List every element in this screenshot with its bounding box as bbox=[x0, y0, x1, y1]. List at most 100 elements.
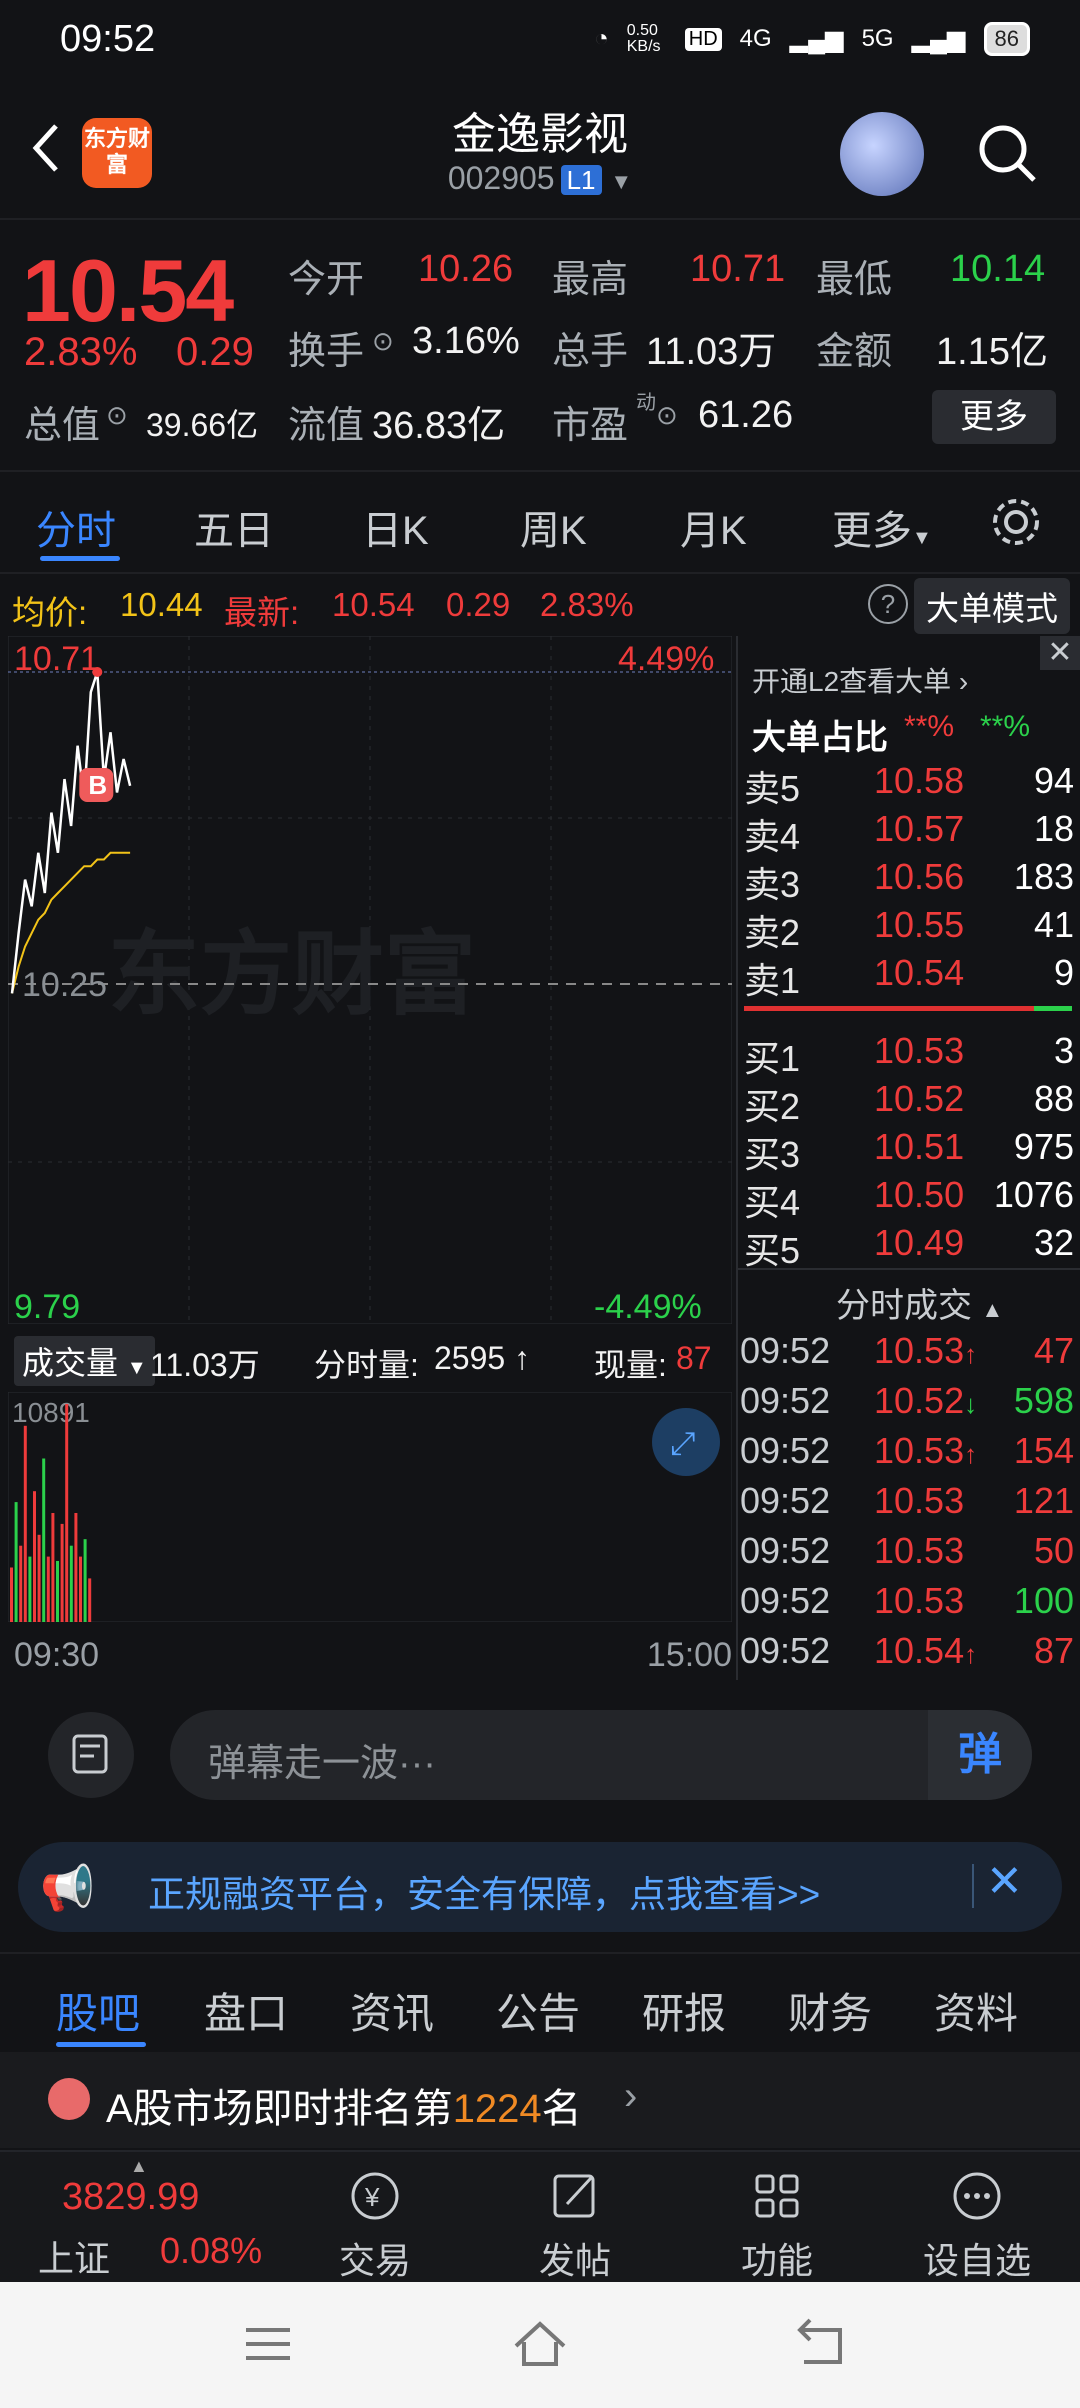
volume-bar bbox=[69, 1545, 73, 1622]
network-4g-label: 4G bbox=[739, 25, 772, 52]
volume-bar bbox=[56, 1560, 59, 1622]
level-badge: L1 bbox=[560, 165, 602, 195]
bid-row[interactable]: 买3 10.51 975 bbox=[744, 1126, 1074, 1175]
l2-link[interactable]: 开通L2查看大单 › bbox=[752, 660, 968, 700]
nav-functions[interactable]: 功能 bbox=[712, 2166, 842, 2284]
volume-bar bbox=[60, 1523, 64, 1622]
bid-row[interactable]: 买1 10.53 3 bbox=[744, 1030, 1074, 1079]
yuan-icon: ¥ bbox=[351, 2172, 399, 2220]
danmaku-bar: 弹幕走一波··· 弹 bbox=[0, 1690, 1080, 1820]
volume-max-label: 10891 bbox=[12, 1397, 90, 1428]
pe-dynamic-mark: 动 bbox=[636, 392, 656, 414]
info-icon[interactable]: ⊙ bbox=[106, 400, 128, 431]
nav-post[interactable]: 发帖 bbox=[510, 2166, 640, 2284]
search-icon[interactable] bbox=[976, 122, 1038, 184]
intraday-chart[interactable]: 东方财富 10.71 4.49% 10.25 9.79 -4.49% B bbox=[7, 635, 733, 1326]
open-value: 10.26 bbox=[418, 248, 514, 290]
divider bbox=[736, 636, 738, 1680]
bid-row[interactable]: 买4 10.50 1076 bbox=[744, 1174, 1074, 1223]
chevron-right-icon: › bbox=[624, 2074, 638, 2118]
tab-five-day[interactable]: 五日 bbox=[194, 498, 274, 556]
index-name[interactable]: 上证 bbox=[38, 2230, 110, 2282]
signal-icon-2: ▂▄▆ bbox=[911, 25, 966, 53]
big-order-mode-button[interactable]: 大单模式 bbox=[914, 578, 1070, 634]
more-button[interactable]: 更多 bbox=[932, 390, 1056, 444]
change-abs: 0.29 bbox=[176, 330, 254, 374]
tab-monthly-k[interactable]: 月K bbox=[680, 498, 747, 556]
tab-profile[interactable]: 资料 bbox=[934, 1980, 1018, 2041]
mcap-value: 39.66亿 bbox=[146, 407, 259, 443]
chart-info-bar: 均价: 10.44 最新: 10.54 0.29 2.83% ? 大单模式 bbox=[0, 578, 1080, 634]
amount-label: 金额 bbox=[816, 331, 893, 373]
tab-daily-k[interactable]: 日K bbox=[362, 498, 429, 556]
tab-news[interactable]: 资讯 bbox=[350, 1980, 434, 2041]
status-icons: ◔ 0.50 KB/s HD 4G ▂▄▆ 5G ▂▄▆ 86 bbox=[594, 22, 1030, 56]
close-icon[interactable]: ✕ bbox=[986, 1856, 1023, 1907]
danmaku-toggle-button[interactable]: 弹 bbox=[928, 1710, 1032, 1800]
help-icon[interactable]: ? bbox=[868, 584, 908, 624]
menu-icon[interactable] bbox=[240, 2322, 296, 2368]
volume-header: 成交量 ▼ 11.03万 分时量: 2595 ↑ 现量: 87 bbox=[0, 1330, 734, 1386]
info-icon[interactable]: ⊙ bbox=[656, 400, 678, 431]
settings-gear-icon[interactable] bbox=[988, 494, 1044, 550]
index-pct[interactable]: 0.08% bbox=[160, 2230, 262, 2272]
ad-text[interactable]: 正规融资平台，安全有保障，点我查看>> bbox=[148, 1864, 820, 1918]
big-ratio-label: 大单占比 bbox=[752, 719, 888, 757]
nav-trade[interactable]: ¥ 交易 bbox=[310, 2166, 440, 2284]
signal-icon: ▂▄▆ bbox=[789, 25, 844, 53]
ask-row[interactable]: 卖2 10.55 41 bbox=[744, 904, 1074, 953]
tab-weekly-k[interactable]: 周K bbox=[520, 498, 587, 556]
tab-intraday[interactable]: 分时 bbox=[36, 498, 116, 556]
active-tab-indicator bbox=[40, 556, 120, 561]
grid-icon bbox=[755, 2174, 799, 2218]
status-bar: 09:52 ◔ 0.50 KB/s HD 4G ▂▄▆ 5G ▂▄▆ 86 bbox=[0, 0, 1080, 80]
tab-orderbook[interactable]: 盘口 bbox=[204, 1980, 288, 2041]
volume-value: 11.03万 bbox=[646, 331, 777, 373]
pct-max-label: 4.49% bbox=[618, 640, 714, 678]
close-icon[interactable]: ✕ bbox=[1040, 636, 1080, 670]
stock-code: 002905 bbox=[447, 160, 555, 196]
comment-list-icon[interactable] bbox=[48, 1712, 134, 1798]
edit-icon bbox=[553, 2174, 595, 2218]
price-max-label: 10.71 bbox=[14, 640, 99, 678]
divider bbox=[972, 1864, 974, 1908]
ask-row[interactable]: 卖5 10.58 94 bbox=[744, 760, 1074, 809]
danmaku-input[interactable]: 弹幕走一波··· 弹 bbox=[170, 1710, 1032, 1800]
tab-forum[interactable]: 股吧 bbox=[56, 1980, 140, 2041]
tab-financials[interactable]: 财务 bbox=[788, 1980, 872, 2041]
rank-banner[interactable]: A股市场即时排名第1224名 › bbox=[0, 2052, 1080, 2148]
volume-indicator-select[interactable]: 成交量 ▼ bbox=[14, 1336, 155, 1386]
assistant-avatar-icon[interactable] bbox=[840, 112, 924, 196]
volume-bar bbox=[46, 1556, 50, 1622]
now-volume-label: 现量: bbox=[594, 1347, 667, 1383]
back-nav-icon[interactable] bbox=[790, 2318, 850, 2370]
avg-label: 均价: bbox=[12, 594, 88, 631]
ticks-header[interactable]: 分时成交 ▲ bbox=[836, 1278, 1003, 1327]
info-icon[interactable]: ⊙ bbox=[372, 326, 394, 357]
ask-row[interactable]: 卖3 10.56 183 bbox=[744, 856, 1074, 905]
tab-announcements[interactable]: 公告 bbox=[496, 1980, 580, 2041]
order-book-panel: 开通L2查看大单 › ✕ 大单占比 **% **% 卖5 10.58 94 卖4 10… bbox=[736, 636, 1080, 1680]
tab-more[interactable]: 更多▼ bbox=[832, 498, 932, 556]
mcap-label: 总值 bbox=[24, 405, 101, 447]
ask-row[interactable]: 卖1 10.54 9 bbox=[744, 952, 1074, 1001]
clock: 09:52 bbox=[60, 18, 156, 60]
nav-add-watchlist[interactable]: 设自选 bbox=[912, 2166, 1042, 2284]
intraday-chart-svg: 东方财富 10.71 4.49% 10.25 9.79 -4.49% B bbox=[7, 635, 733, 1326]
ask-row[interactable]: 卖4 10.57 18 bbox=[744, 808, 1074, 857]
volume-bar bbox=[65, 1404, 69, 1622]
latest-label: 最新: bbox=[224, 594, 300, 631]
volume-total: 11.03万 bbox=[150, 1347, 260, 1383]
latest-pct: 2.83% bbox=[540, 586, 634, 623]
tab-research[interactable]: 研报 bbox=[642, 1980, 726, 2041]
bid-row[interactable]: 买2 10.52 88 bbox=[744, 1078, 1074, 1127]
home-icon[interactable] bbox=[510, 2316, 570, 2372]
low-value: 10.14 bbox=[950, 248, 1046, 290]
divider bbox=[736, 1268, 1080, 1270]
index-value[interactable]: 3829.99 bbox=[62, 2176, 199, 2219]
float-label: 流值 bbox=[288, 405, 365, 447]
volume-chart[interactable]: 10891 ⤢ bbox=[7, 1391, 733, 1623]
bid-row[interactable]: 买5 10.49 32 bbox=[744, 1222, 1074, 1271]
ad-banner[interactable]: 📢 正规融资平台，安全有保障，点我查看>> ✕ bbox=[18, 1842, 1062, 1932]
time-start: 09:30 bbox=[14, 1636, 100, 1674]
